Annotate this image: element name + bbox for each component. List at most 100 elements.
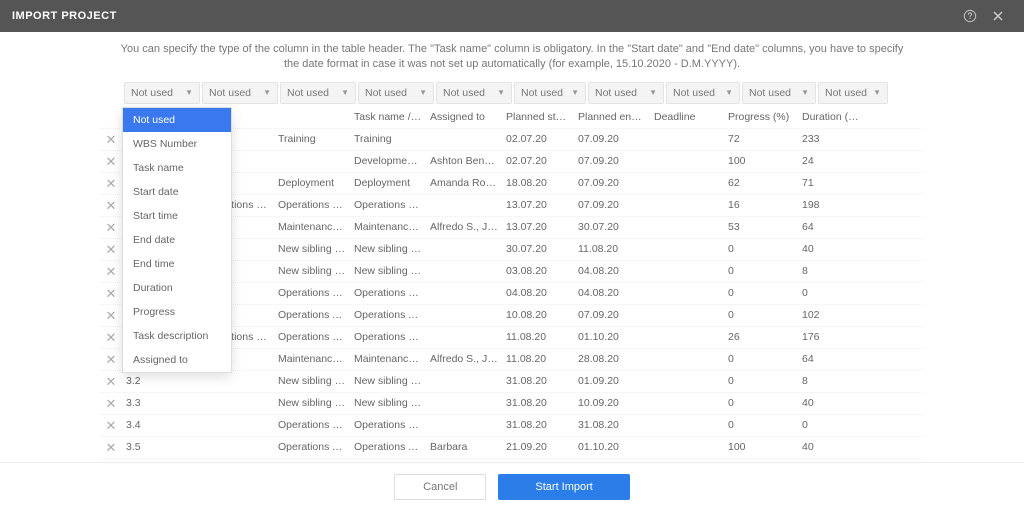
modal-title: IMPORT PROJECT: [12, 10, 956, 22]
dropdown-item[interactable]: Duration: [123, 276, 231, 300]
description-text: You can specify the type of the column i…: [0, 32, 1024, 79]
chevron-down-icon: ▼: [341, 88, 349, 97]
help-icon[interactable]: [956, 2, 984, 30]
cell: 01.09.20: [574, 375, 650, 387]
cell: 30.07.20: [502, 243, 574, 255]
column-select-4[interactable]: Not used▼: [436, 82, 512, 104]
cell: 40: [798, 397, 868, 409]
cell: 62: [724, 177, 798, 189]
delete-row-icon[interactable]: ✕: [100, 199, 122, 212]
delete-row-icon[interactable]: ✕: [100, 441, 122, 454]
dropdown-item[interactable]: Start time: [123, 204, 231, 228]
dropdown-item[interactable]: Assigned to: [123, 348, 231, 372]
dropdown-item[interactable]: End time: [123, 252, 231, 276]
dropdown-item[interactable]: Progress: [123, 300, 231, 324]
chevron-down-icon: ▼: [649, 88, 657, 97]
delete-row-icon[interactable]: ✕: [100, 331, 122, 344]
delete-row-icon[interactable]: ✕: [100, 155, 122, 168]
delete-row-icon[interactable]: ✕: [100, 287, 122, 300]
cell: New sibling task: [274, 243, 350, 255]
column-select-7[interactable]: Not used▼: [666, 82, 740, 104]
cell: 64: [798, 221, 868, 233]
dropdown-item[interactable]: WBS Number: [123, 132, 231, 156]
column-select-6[interactable]: Not used▼: [588, 82, 664, 104]
cell: 0: [798, 419, 868, 431]
cell: 233: [798, 133, 868, 145]
cell: 72: [724, 133, 798, 145]
cell: Barbara: [426, 441, 502, 453]
column-select-9[interactable]: Not used▼: [818, 82, 888, 104]
delete-row-icon[interactable]: ✕: [100, 133, 122, 146]
cell: Maintenance Activiti: [350, 221, 426, 233]
cell: Deployment: [350, 177, 426, 189]
dropdown-item[interactable]: Not used: [123, 108, 231, 132]
cell: 176: [798, 331, 868, 343]
cell: Operations Activities: [350, 441, 426, 453]
column-select-1[interactable]: Not used▼: [202, 82, 278, 104]
column-select-5[interactable]: Not used▼: [514, 82, 586, 104]
column-select-8[interactable]: Not used▼: [742, 82, 816, 104]
cell: 100: [724, 155, 798, 167]
delete-row-icon[interactable]: ✕: [100, 177, 122, 190]
modal-header: IMPORT PROJECT: [0, 0, 1024, 32]
delete-row-icon[interactable]: ✕: [100, 419, 122, 432]
chevron-down-icon: ▼: [419, 88, 427, 97]
chevron-down-icon: ▼: [873, 88, 881, 97]
delete-row-icon[interactable]: ✕: [100, 309, 122, 322]
cell: 31.08.20: [502, 397, 574, 409]
delete-row-icon[interactable]: ✕: [100, 265, 122, 278]
cell: Maintenance Activiti: [274, 221, 350, 233]
delete-row-icon[interactable]: ✕: [100, 375, 122, 388]
cell: 07.09.20: [574, 177, 650, 189]
cell: 3.2: [122, 375, 198, 387]
cell: New sibling task: [350, 265, 426, 277]
cell: Operations & Mainte: [274, 419, 350, 431]
cell: 07.09.20: [574, 309, 650, 321]
column-select-0[interactable]: Not used▼: [124, 82, 200, 104]
chevron-down-icon: ▼: [263, 88, 271, 97]
cell: 01.10.20: [574, 441, 650, 453]
delete-row-icon[interactable]: ✕: [100, 221, 122, 234]
cell: 07.09.20: [574, 133, 650, 145]
table-row: ✕3.5 Operations ActivitiesOperations Acti…: [100, 437, 924, 459]
cell: 18.08.20: [502, 177, 574, 189]
cell: 02.07.20: [502, 133, 574, 145]
column-type-dropdown[interactable]: Not usedWBS NumberTask nameStart dateSta…: [122, 107, 232, 373]
cell: 13.07.20: [502, 221, 574, 233]
dropdown-item[interactable]: Task name: [123, 156, 231, 180]
cell: Operations Activities: [274, 441, 350, 453]
chevron-down-icon: ▼: [185, 88, 193, 97]
cell: Progress (%): [724, 111, 798, 123]
cell: Development/Impler: [350, 155, 426, 167]
delete-row-icon[interactable]: ✕: [100, 397, 122, 410]
cell: Operations & Mainte: [274, 199, 350, 211]
cell: 0: [724, 265, 798, 277]
cancel-button[interactable]: Cancel: [394, 474, 486, 500]
column-select-3[interactable]: Not used▼: [358, 82, 434, 104]
close-icon[interactable]: [984, 2, 1012, 30]
cell: Deadline: [650, 111, 724, 123]
cell: 3.5: [122, 441, 198, 453]
cell: 01.10.20: [574, 331, 650, 343]
delete-row-icon[interactable]: ✕: [100, 243, 122, 256]
dropdown-item[interactable]: Task description: [123, 324, 231, 348]
cell: 64: [798, 353, 868, 365]
chevron-down-icon: ▼: [571, 88, 579, 97]
chevron-down-icon: ▼: [725, 88, 733, 97]
cell: Operations & Mainte: [350, 199, 426, 211]
cell: 11.08.20: [502, 331, 574, 343]
delete-row-icon[interactable]: ✕: [100, 353, 122, 366]
column-select-2[interactable]: Not used▼: [280, 82, 356, 104]
cell: 10.08.20: [502, 309, 574, 321]
cell: 0: [724, 397, 798, 409]
cell: 71: [798, 177, 868, 189]
cell: 10.09.20: [574, 397, 650, 409]
dropdown-item[interactable]: Start date: [123, 180, 231, 204]
cell: 11.08.20: [502, 353, 574, 365]
cell: 16: [724, 199, 798, 211]
cell: New sibling task: [274, 375, 350, 387]
dropdown-item[interactable]: End date: [123, 228, 231, 252]
cell: Operations & Mainte: [350, 331, 426, 343]
start-import-button[interactable]: Start Import: [498, 474, 629, 500]
cell: Assigned to: [426, 111, 502, 123]
